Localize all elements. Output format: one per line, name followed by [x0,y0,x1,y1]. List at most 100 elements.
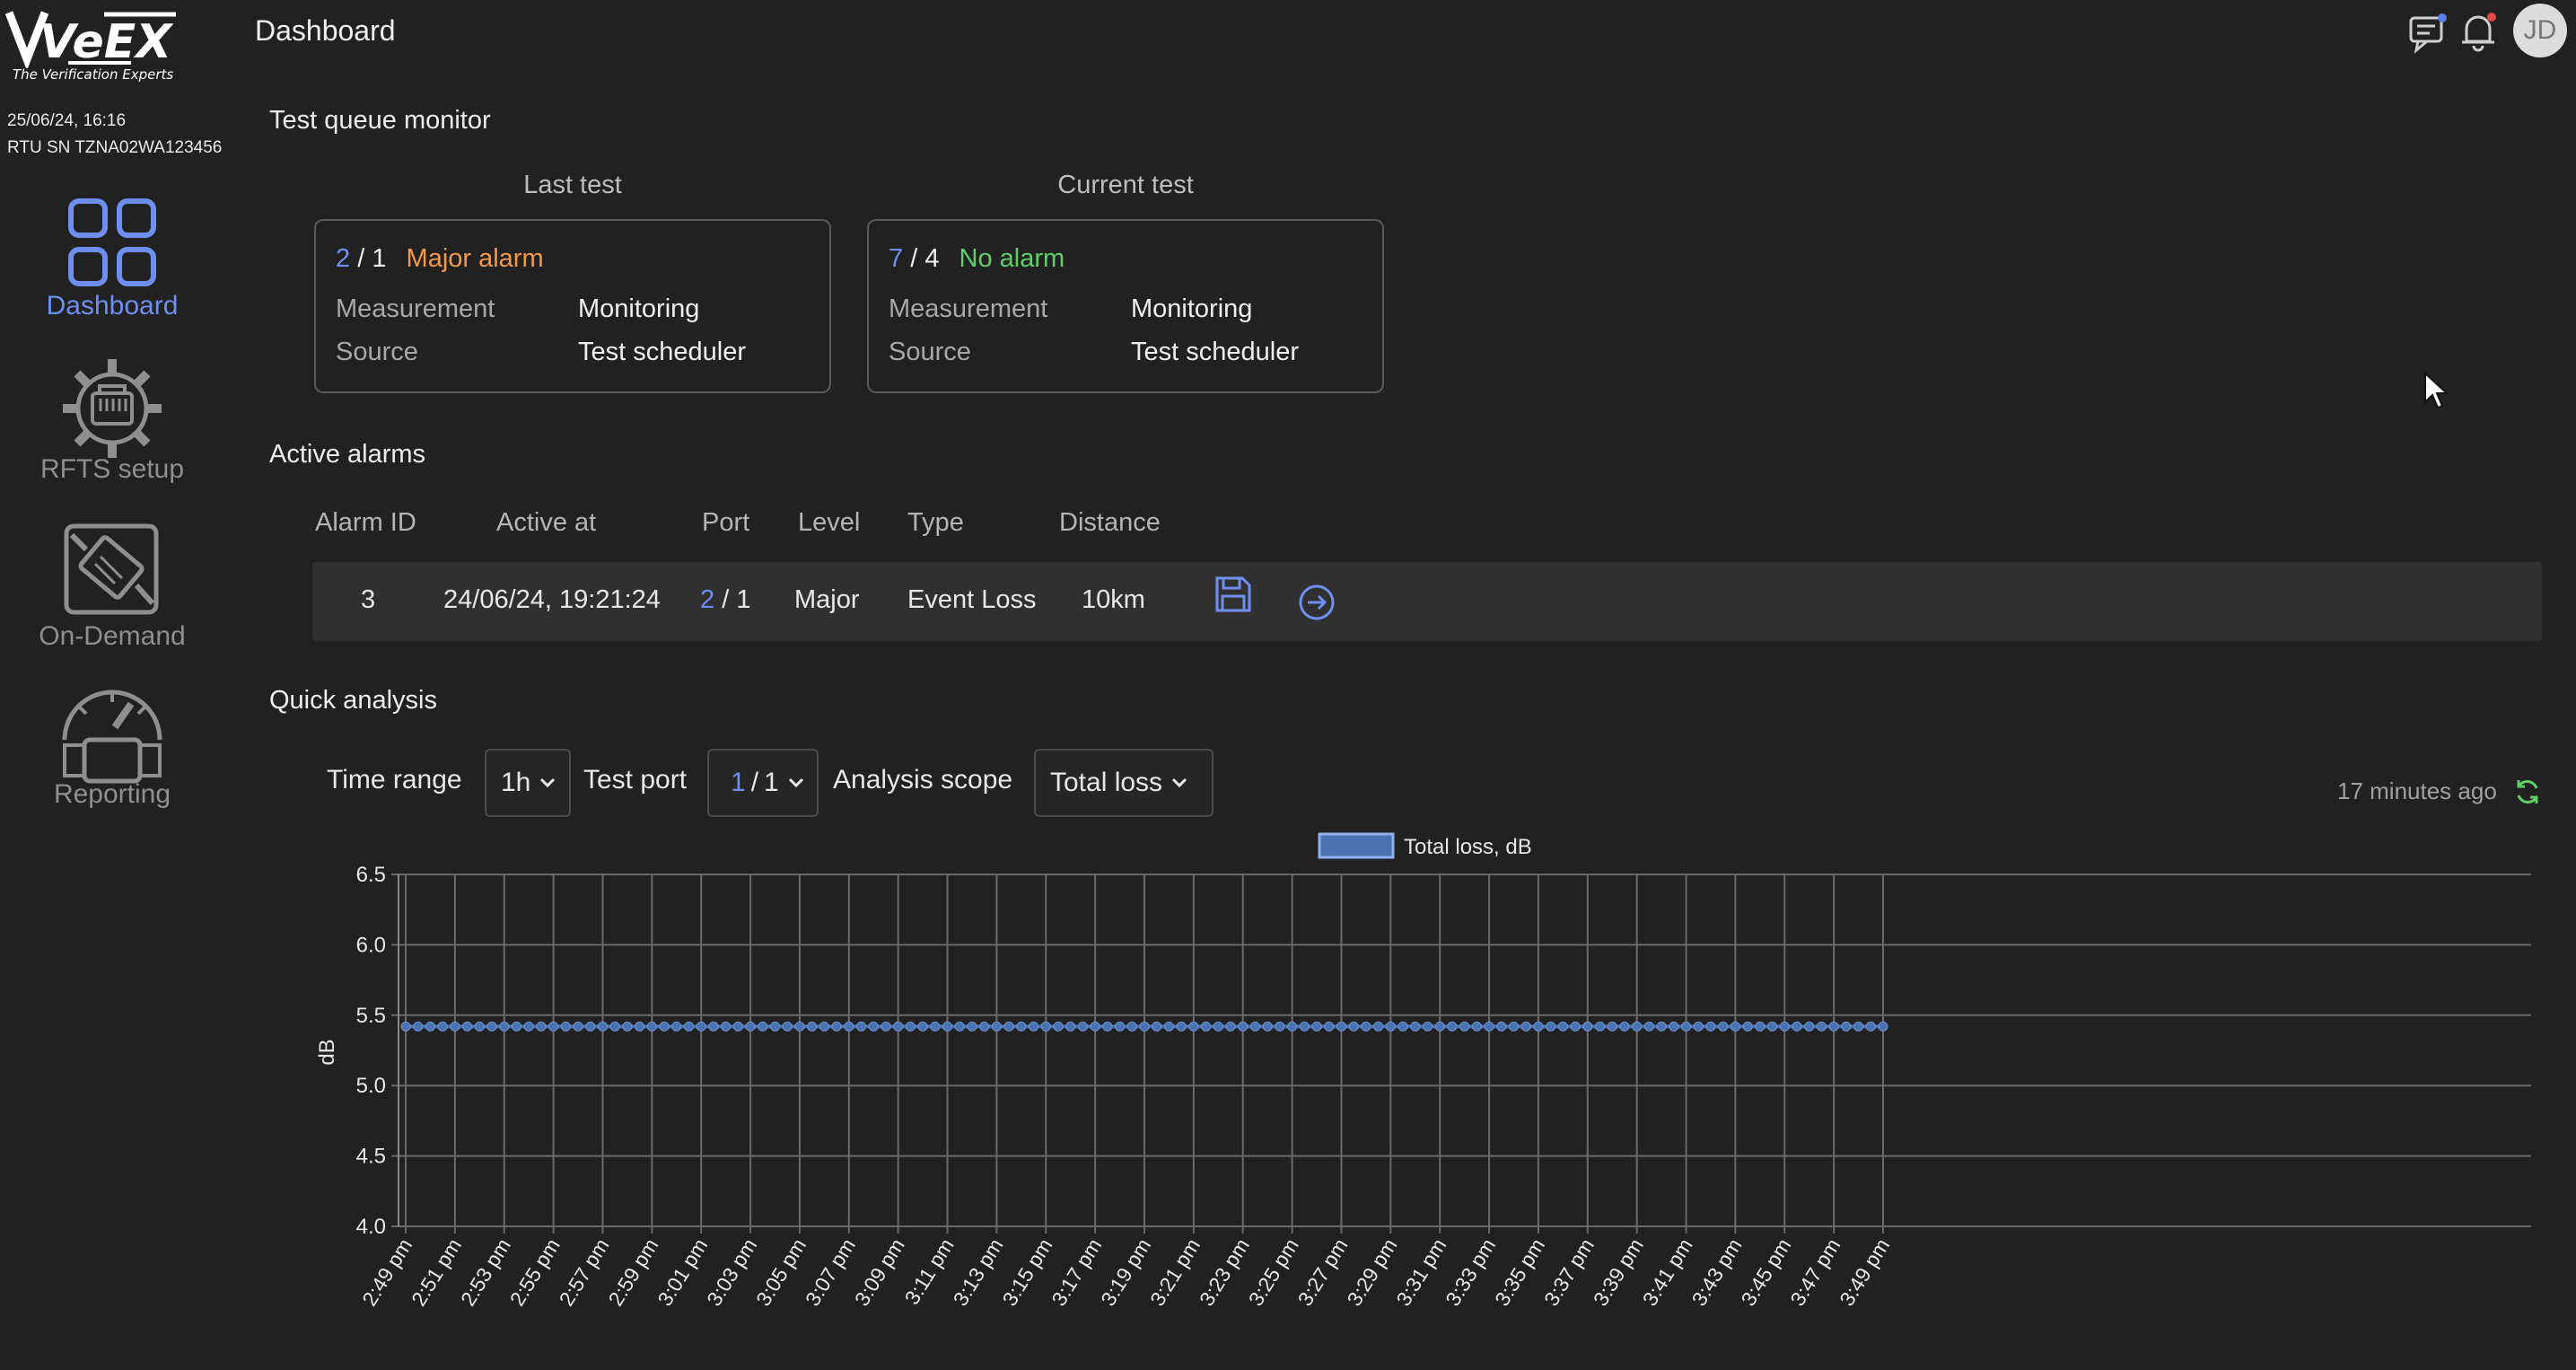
page-title: Dashboard [255,14,396,47]
port-separator: / [750,768,759,797]
sidebar-item-rfts-setup[interactable]: RFTS setup [0,356,224,485]
y-axis-label: dB [315,1039,339,1065]
data-point [548,1021,559,1032]
analysis-scope-select[interactable]: Total loss [1034,749,1214,817]
data-point [1324,1021,1335,1032]
data-point [1557,1021,1568,1032]
data-point [1139,1021,1150,1032]
data-point [831,1021,842,1032]
sidebar-item-on-demand[interactable]: On-Demand [0,521,224,652]
column-header-active-at[interactable]: Active at [496,508,596,538]
gauge-icon [62,689,162,784]
chevron-down-icon [1172,777,1187,788]
last-test-summary: 2 / 1 Major alarm [336,244,544,274]
column-header-distance[interactable]: Distance [1059,508,1161,538]
column-header-alarm-id[interactable]: Alarm ID [315,508,416,538]
table-row[interactable]: 3 24/06/24, 19:21:24 2 / 1 Major Event L… [312,562,2542,641]
port-separator: / [722,585,730,614]
data-point [979,1021,990,1032]
data-point [1126,1021,1137,1032]
save-alarm-button[interactable] [1214,575,1253,619]
dashboard-grid-icon [68,198,156,286]
y-tick-label: 5.0 [356,1074,386,1098]
current-test-card[interactable]: 7 / 4 No alarm Measurement Monitoring So… [867,219,1384,393]
data-point [450,1021,460,1032]
series-total-loss [400,1021,1888,1032]
data-point [462,1021,473,1032]
data-point [560,1021,571,1032]
sidebar-item-reporting[interactable]: Reporting [0,684,224,810]
data-point [486,1021,497,1032]
test-port-select[interactable]: 1 / 1 [707,749,819,817]
chat-button[interactable] [2407,13,2449,58]
measurement-label: Measurement [336,294,495,323]
data-point [1669,1021,1679,1032]
avatar[interactable]: JD [2513,4,2567,57]
data-point [437,1021,448,1032]
current-test-heading: Current test [1057,171,1194,199]
data-point [1299,1021,1310,1032]
data-point [1718,1021,1729,1032]
time-range-select[interactable]: 1h [485,749,571,817]
data-point [856,1021,867,1032]
port-b: 4 [924,244,940,273]
data-point [905,1021,916,1032]
data-point [893,1021,904,1032]
column-header-type[interactable]: Type [907,508,964,538]
data-point [1509,1021,1519,1032]
active-alarms-title: Active alarms [269,440,426,469]
data-point [573,1021,583,1032]
sidebar: VeEX The Verification Experts 25/06/24, … [0,0,224,1370]
column-header-port[interactable]: Port [702,508,749,538]
chart-legend[interactable]: Total loss, dB [1318,832,1532,859]
data-point [1681,1021,1692,1032]
time-range-label: Time range [327,765,462,795]
data-point [1422,1021,1433,1032]
logo-tagline: The Verification Experts [13,66,174,83]
y-tick-label: 4.5 [356,1145,386,1169]
last-updated-text: 17 minutes ago [2337,777,2497,804]
data-point [1336,1021,1346,1032]
notifications-button[interactable] [2458,11,2499,57]
data-point [1225,1021,1236,1032]
data-point [646,1021,657,1032]
data-point [1249,1021,1260,1032]
data-point [1040,1021,1051,1032]
data-point [1348,1021,1359,1032]
source-label: Source [889,338,971,366]
chat-icon [2409,13,2447,54]
status-label: Major alarm [406,244,544,273]
data-point [1213,1021,1223,1032]
data-point [1176,1021,1187,1032]
alarm-distance: 10km [1082,585,1145,614]
data-point [868,1021,879,1032]
veex-logo: VeEX The Verification Experts [4,5,185,86]
data-point [844,1021,854,1032]
data-point [1804,1021,1815,1032]
chart-grid [391,874,2531,1234]
last-test-card[interactable]: 2 / 1 Major alarm Measurement Monitoring… [314,219,831,393]
avatar-initials: JD [2523,15,2557,45]
data-point [1767,1021,1778,1032]
data-point [622,1021,633,1032]
data-point [1865,1021,1876,1032]
data-point [1361,1021,1371,1032]
sidebar-datetime: 25/06/24, 16:16 [7,111,127,130]
data-point [1029,1021,1039,1032]
data-point [745,1021,756,1032]
data-point [1003,1021,1014,1032]
column-header-level[interactable]: Level [798,508,860,538]
measurement-label: Measurement [889,294,1048,323]
port-a: 7 [889,244,904,273]
y-tick-label: 4.0 [356,1215,386,1239]
data-point [1841,1021,1852,1032]
data-point [1287,1021,1298,1032]
data-point [523,1021,534,1032]
source-value: Test scheduler [1131,338,1299,366]
sidebar-item-dashboard[interactable]: Dashboard [0,196,224,321]
data-point [1447,1021,1458,1032]
data-point [1693,1021,1704,1032]
refresh-button[interactable] [2513,777,2542,811]
open-alarm-button[interactable] [1298,584,1336,626]
alarm-type: Event Loss [907,585,1037,614]
